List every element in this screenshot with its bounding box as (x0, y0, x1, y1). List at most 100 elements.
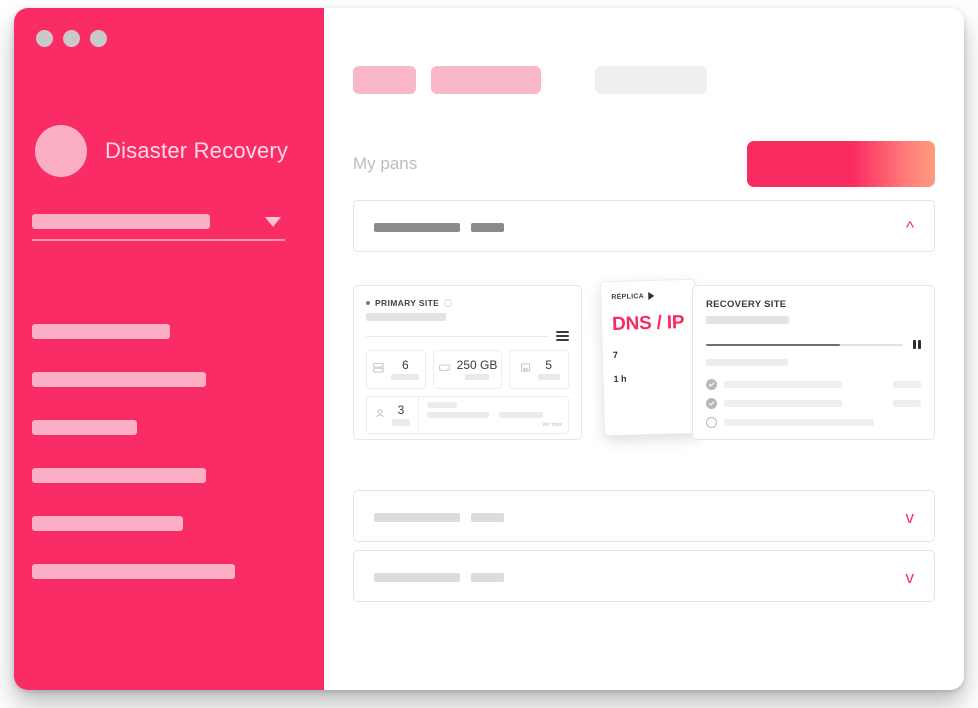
stat-value-servers: 6 (401, 358, 409, 372)
hamburger-icon[interactable] (556, 331, 569, 341)
check-circle-icon (706, 398, 717, 409)
checklist-item[interactable] (706, 417, 921, 428)
replica-header: RÉPLICA (611, 291, 684, 301)
empty-circle-icon (706, 417, 717, 428)
minimize-icon[interactable] (63, 30, 80, 47)
stat-value-network: 5 (545, 358, 553, 372)
site-selector-underline (32, 239, 285, 241)
stat-label-placeholder (537, 374, 560, 380)
maximize-icon[interactable] (90, 30, 107, 47)
sidebar-item-1[interactable] (32, 324, 170, 339)
recovery-site-label: RECOVERY SITE (706, 299, 787, 310)
progress-bar[interactable] (706, 343, 903, 346)
primary-site-divider-row (366, 331, 569, 341)
primary-site-header: PRIMARY SITE (366, 298, 569, 308)
stat-tile-storage[interactable]: 250 GB (432, 350, 503, 389)
replica-stat-2: 1 h (613, 372, 686, 384)
close-icon[interactable] (36, 30, 53, 47)
recovery-site-card: RECOVERY SITE (692, 285, 935, 440)
check-circle-icon (706, 379, 717, 390)
detail-placeholder (499, 412, 543, 418)
replica-stat-value-2: 1 h (613, 373, 627, 385)
recovery-checklist (706, 379, 921, 428)
sidebar-item-4[interactable] (32, 468, 206, 483)
pause-icon[interactable] (913, 340, 921, 349)
network-icon (519, 361, 532, 379)
primary-action-button[interactable] (747, 141, 935, 187)
accordion-title-placeholder (374, 512, 460, 522)
sidebar: Disaster Recovery (14, 8, 324, 690)
accordion-title-placeholder (374, 572, 460, 582)
checklist-value-placeholder (893, 381, 921, 388)
chevron-down-icon[interactable]: v (906, 569, 915, 586)
primary-site-subtitle-placeholder (366, 313, 446, 321)
avatar (35, 125, 87, 177)
status-dot-icon (366, 301, 370, 305)
chevron-down-icon[interactable]: v (906, 509, 915, 526)
sidebar-item-3[interactable] (32, 420, 137, 435)
detail-placeholder (427, 412, 489, 418)
screenshot-stage: Disaster Recovery My pans ^ PRIMARY SITE… (0, 0, 978, 708)
checklist-value-placeholder (893, 400, 921, 407)
gear-icon[interactable] (444, 299, 453, 307)
sidebar-item-2[interactable] (32, 372, 206, 387)
accordion-expanded[interactable]: ^ (353, 200, 935, 252)
brand: Disaster Recovery (35, 125, 288, 177)
sidebar-nav (32, 324, 292, 579)
checklist-item[interactable] (706, 398, 921, 409)
sidebar-item-5[interactable] (32, 516, 183, 531)
locations-tile[interactable]: 3 Ver más (366, 396, 569, 434)
stat-tile-servers[interactable]: 6 (366, 350, 426, 389)
tab-chip-3[interactable] (595, 66, 707, 94)
primary-site-label: PRIMARY SITE (375, 298, 440, 308)
primary-site-card: PRIMARY SITE 6 250 GB 5 3 Ver más (353, 285, 582, 440)
recovery-note-placeholder (706, 359, 788, 366)
checklist-label-placeholder (724, 400, 842, 407)
accordion-collapsed-2[interactable]: v (353, 550, 935, 602)
locations-detail: Ver más (427, 402, 562, 428)
recovery-site-subtitle-placeholder (706, 316, 789, 324)
stat-tile-network[interactable]: 5 (509, 350, 570, 389)
stat-label-placeholder (391, 374, 420, 380)
checklist-label-placeholder (724, 419, 874, 426)
replica-label: RÉPLICA (611, 292, 645, 301)
site-selector-value (32, 214, 210, 229)
window-controls (36, 30, 107, 47)
stat-label-placeholder (465, 374, 489, 380)
chevron-down-icon[interactable] (265, 216, 281, 227)
page-title: Disaster Recovery (105, 138, 289, 163)
stat-value-storage: 250 GB (456, 358, 498, 372)
tab-chip-1[interactable] (353, 66, 416, 94)
checklist-label-placeholder (724, 381, 842, 388)
chevron-up-icon[interactable]: ^ (906, 219, 914, 236)
section-title: My pans (353, 154, 418, 173)
content-header: My pans (353, 140, 935, 188)
replica-card: RÉPLICA DNS / IP 7 1 h (599, 278, 700, 437)
site-selector[interactable] (32, 214, 287, 241)
accordion-badge-placeholder (471, 512, 504, 522)
server-icon (372, 361, 385, 379)
locations-label-placeholder (392, 419, 410, 426)
primary-site-stat-tiles: 6 250 GB 5 (366, 350, 570, 389)
replica-stat-value-1: 7 (612, 349, 619, 361)
accordion-badge-placeholder (471, 222, 504, 232)
accordion-collapsed-1[interactable]: v (353, 490, 935, 542)
checklist-item[interactable] (706, 379, 921, 390)
recovery-progress-row (706, 340, 921, 349)
detail-placeholder (427, 402, 457, 408)
progress-fill (706, 343, 840, 346)
tab-chip-2[interactable] (431, 66, 541, 94)
replica-title: DNS / IP (611, 312, 685, 336)
locations-count: 3 (397, 403, 405, 417)
show-more-link[interactable]: Ver más (542, 422, 562, 428)
sidebar-item-6[interactable] (32, 564, 235, 579)
accordion-header[interactable]: v (354, 551, 934, 603)
locations-summary: 3 (373, 397, 419, 433)
play-icon[interactable] (647, 291, 655, 301)
accordion-badge-placeholder (471, 572, 504, 582)
app-window: Disaster Recovery My pans ^ PRIMARY SITE… (14, 8, 964, 690)
main-content: My pans ^ PRIMARY SITE 6 250 GB 5 3 Ver … (324, 8, 964, 690)
accordion-header[interactable]: v (354, 491, 934, 543)
replica-stat-1: 7 (613, 348, 686, 360)
accordion-header[interactable]: ^ (354, 201, 934, 253)
